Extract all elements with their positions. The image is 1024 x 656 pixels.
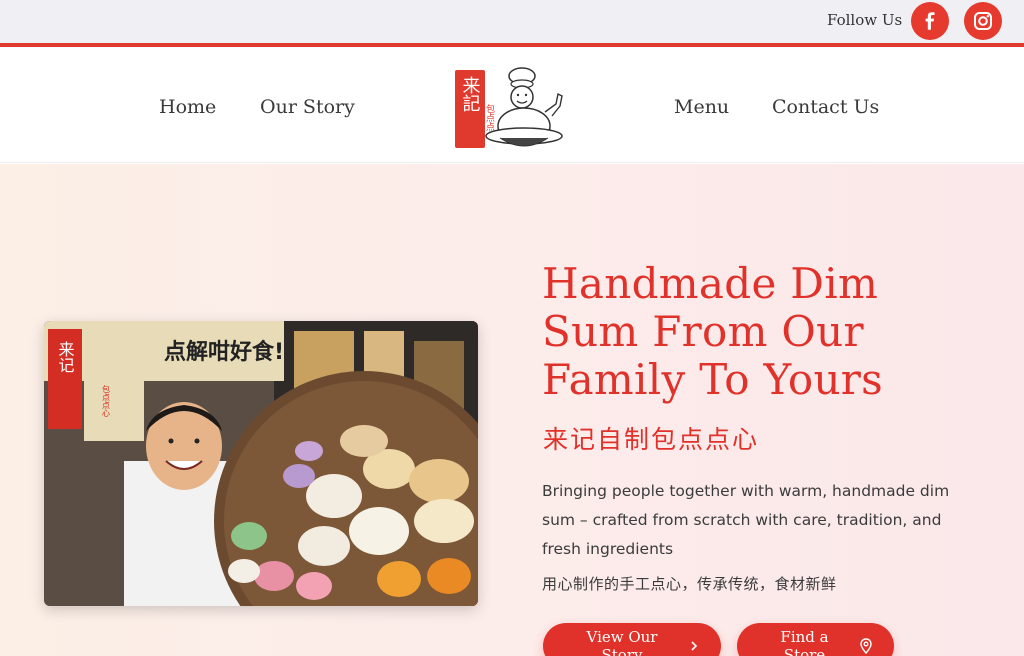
- hero-title: Handmade Dim Sum From Our Family To Your…: [542, 259, 884, 404]
- hero-chinese-title: 来记自制包点点心: [543, 425, 760, 454]
- top-bar: Follow Us: [0, 0, 1024, 47]
- photo-sign-sub-text: 包点点心: [102, 384, 111, 417]
- main-nav: Home Our Story 来記 包点点心 Menu Contact Us: [0, 51, 1024, 163]
- nav-contact-us-link[interactable]: Contact Us: [772, 96, 879, 118]
- instagram-link[interactable]: [964, 2, 1002, 40]
- hero-description: Bringing people together with warm, hand…: [542, 482, 950, 558]
- nav-home-link[interactable]: Home: [159, 96, 216, 118]
- nav-our-story-link[interactable]: Our Story: [260, 96, 355, 118]
- instagram-icon: [974, 12, 992, 30]
- photo-banner-text: 点解咁好食!: [164, 339, 284, 365]
- facebook-icon: [925, 12, 935, 30]
- chevron-right-icon: [689, 640, 699, 652]
- logo-image: 来記 包点点心: [455, 67, 563, 148]
- hero-chinese-description: 用心制作的手工点心，传承传统，食材新鲜: [542, 575, 837, 593]
- find-a-store-button[interactable]: Find a Store: [737, 623, 894, 656]
- facebook-link[interactable]: [911, 2, 949, 40]
- map-pin-icon: [860, 638, 872, 654]
- view-our-story-label: View Our Story: [586, 628, 658, 656]
- follow-us-label: Follow Us: [827, 11, 903, 29]
- photo-sign-text: 来记: [56, 341, 75, 373]
- nav-menu-link[interactable]: Menu: [674, 96, 729, 118]
- hero-section: 点解咁好食! 来记 包点点心 Handmade Dim Sum From Our…: [0, 164, 1024, 656]
- brand-logo[interactable]: 来記 包点点心: [452, 64, 568, 152]
- logo-brand-text: 来記: [460, 76, 481, 112]
- find-a-store-label: Find a Store: [780, 628, 829, 656]
- view-our-story-button[interactable]: View Our Story: [543, 623, 721, 656]
- hero-photo: 点解咁好食! 来记 包点点心: [44, 321, 478, 606]
